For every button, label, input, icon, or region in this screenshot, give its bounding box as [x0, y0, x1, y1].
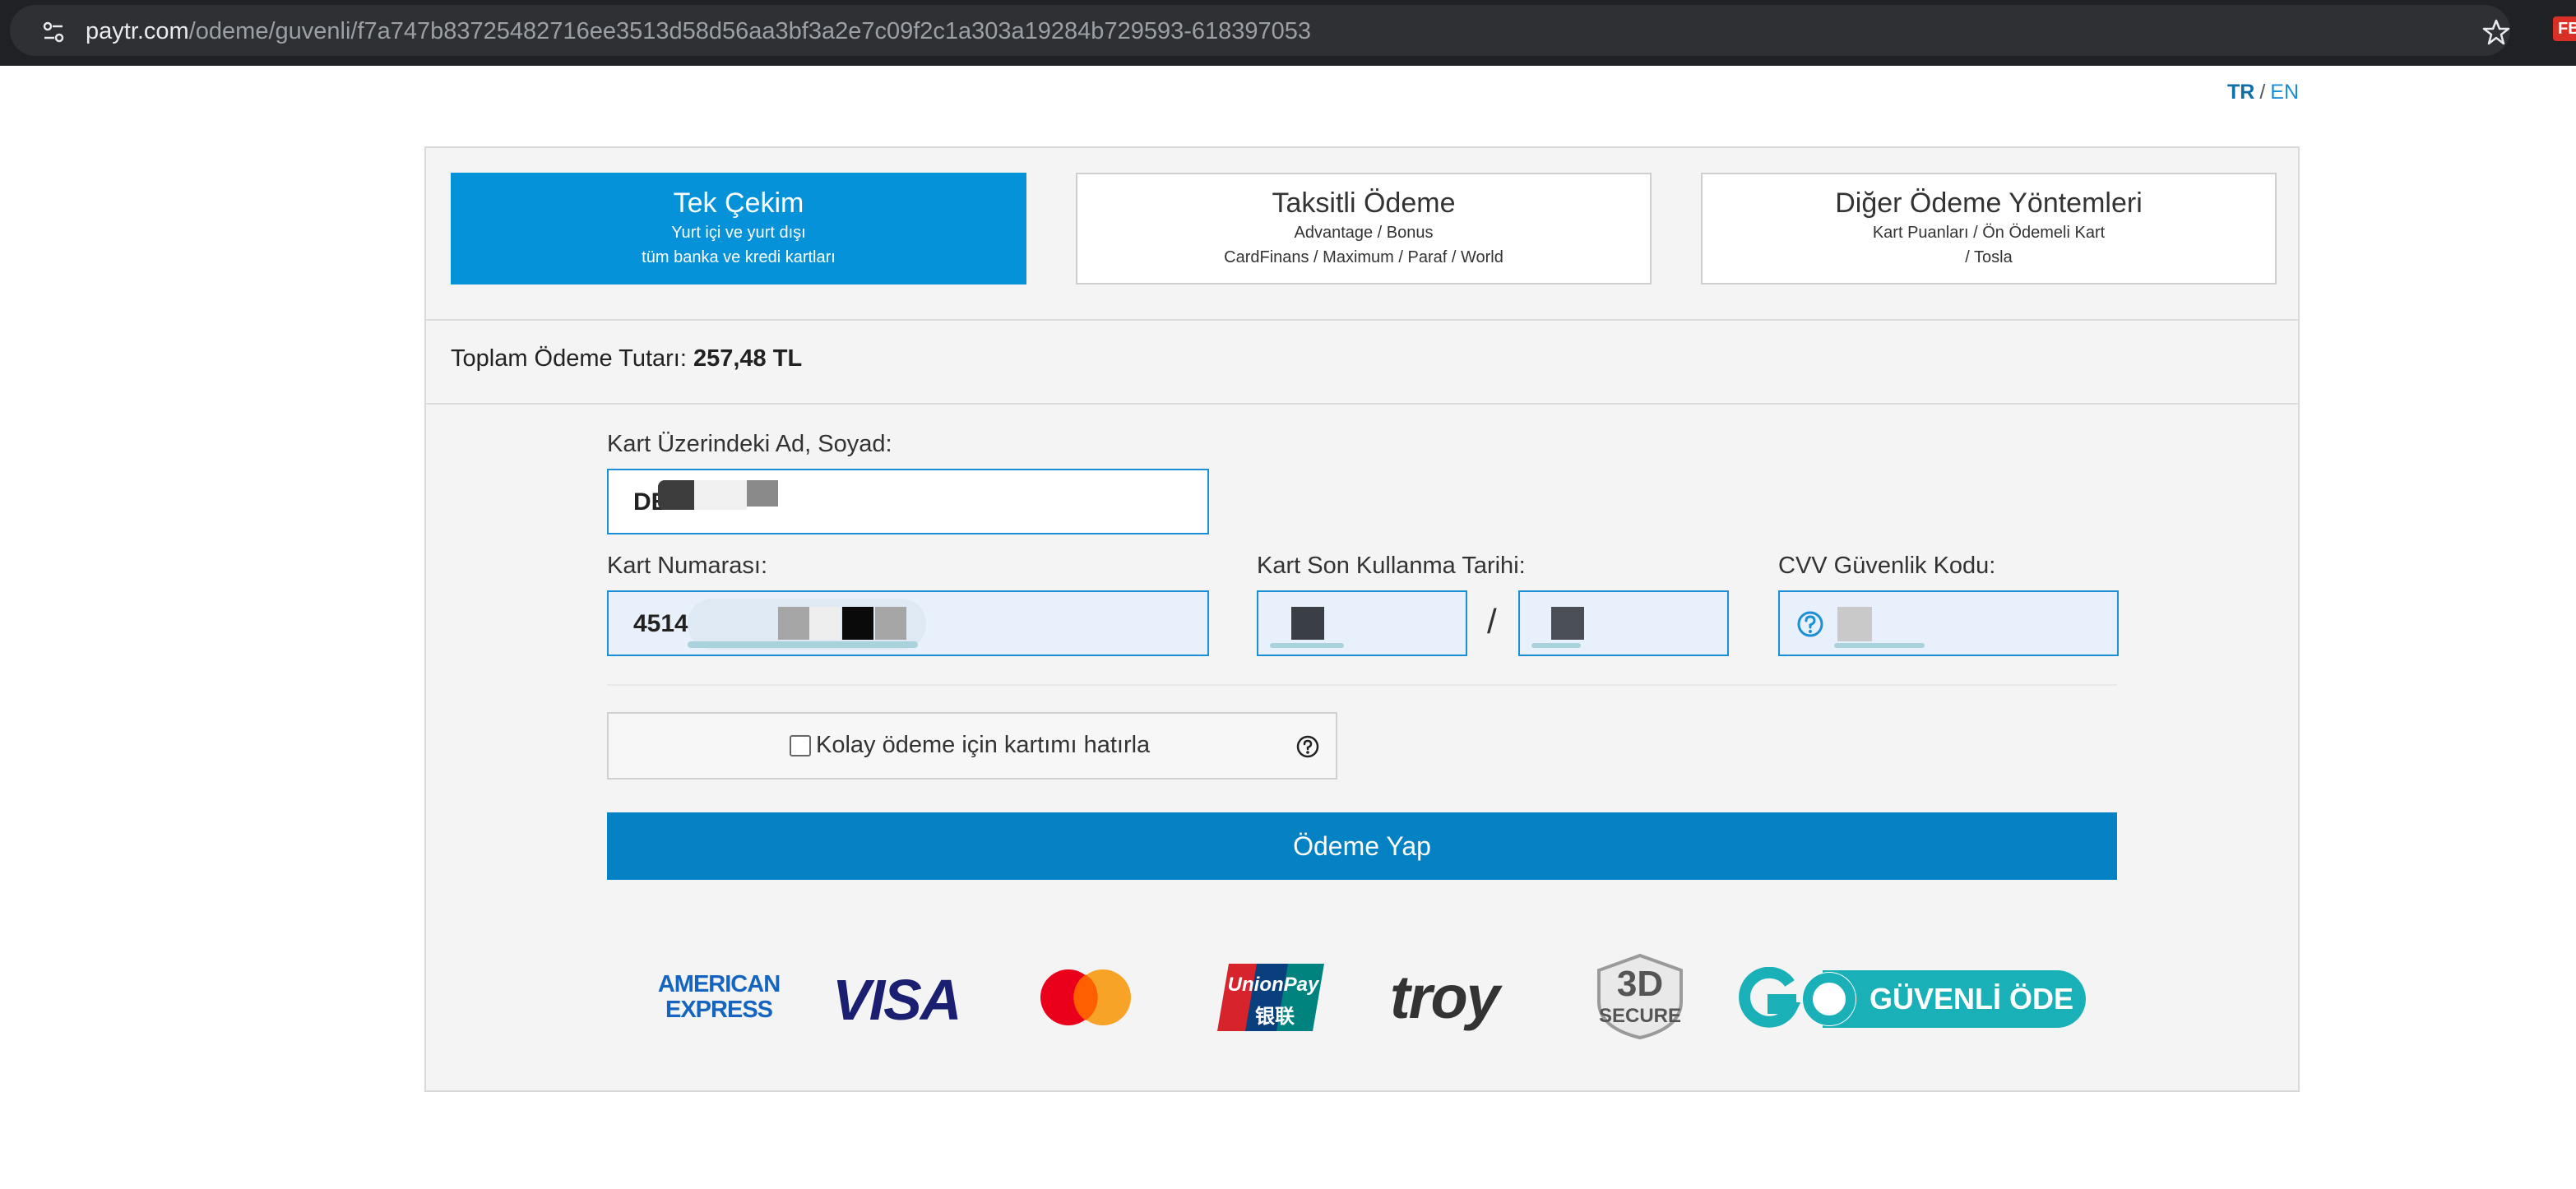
amex-logo: AMERICAN EXPRESS — [637, 972, 801, 1026]
card-number-value: 4514 — [633, 610, 688, 637]
url-path: /odeme/guvenli/f7a747b83725482716ee3513d… — [188, 18, 1312, 44]
tab-single-payment[interactable]: Tek Çekim Yurt içi ve yurt dışı tüm bank… — [451, 173, 1026, 285]
language-switcher: TR / EN — [2227, 81, 2299, 104]
unionpay-cn-text: 银联 — [1255, 1006, 1295, 1028]
url-text[interactable]: paytr.com/odeme/guvenli/f7a747b837254827… — [86, 19, 1311, 44]
card-number-label: Kart Numarası: — [607, 553, 767, 579]
unionpay-text: UnionPay — [1227, 974, 1319, 996]
divider — [426, 319, 2298, 321]
unionpay-logo: UnionPay 银联 — [1217, 962, 1329, 1033]
redaction-mask — [747, 480, 778, 507]
redaction-mask — [842, 607, 873, 640]
redaction-mask — [1551, 607, 1584, 640]
amex-line2: EXPRESS — [665, 997, 773, 1023]
tab-subtitle: Advantage / Bonus — [1294, 224, 1434, 242]
card-number-input[interactable]: 4514 — [607, 590, 1209, 656]
tab-title: Diğer Ödeme Yöntemleri — [1835, 187, 2143, 219]
pay-button[interactable]: Ödeme Yap — [607, 812, 2117, 880]
tab-title: Tek Çekim — [673, 187, 804, 219]
visa-logo: VISA — [832, 968, 961, 1032]
question-circle-icon[interactable] — [1296, 735, 1319, 758]
redaction-mask — [1531, 643, 1581, 648]
remember-card-label[interactable]: Kolay ödeme için kartımı hatırla — [816, 732, 1150, 759]
go-secure-logo: GÜVENLİ ÖDE — [1737, 967, 2086, 1031]
redaction-mask — [875, 607, 906, 640]
expiry-label: Kart Son Kullanma Tarihi: — [1257, 553, 1526, 579]
cvv-label: CVV Güvenlik Kodu: — [1778, 553, 1996, 579]
name-label: Kart Üzerindeki Ad, Soyad: — [607, 431, 892, 457]
tab-subtitle: tüm banka ve kredi kartları — [642, 248, 836, 266]
payment-panel: Tek Çekim Yurt içi ve yurt dışı tüm bank… — [424, 146, 2300, 1092]
amex-line1: AMERICAN — [657, 971, 781, 997]
url-host: paytr.com — [86, 18, 189, 44]
redaction-mask — [688, 641, 918, 648]
3d-text: 3D — [1616, 964, 1664, 1004]
browser-toolbar: paytr.com/odeme/guvenli/f7a747b837254827… — [0, 0, 2576, 66]
tab-installment-payment[interactable]: Taksitli Ödeme Advantage / Bonus CardFin… — [1076, 173, 1652, 285]
lang-tr-link[interactable]: TR — [2227, 81, 2254, 104]
tab-subtitle: Yurt içi ve yurt dışı — [671, 224, 806, 242]
tab-subtitle: CardFinans / Maximum / Paraf / World — [1224, 248, 1503, 266]
extension-icon[interactable]: FB — [2553, 16, 2576, 41]
question-circle-icon[interactable] — [1796, 610, 1824, 638]
name-input[interactable]: DE — [607, 469, 1209, 534]
redaction-mask — [809, 607, 841, 640]
3d-secure-logo: 3D SECURE — [1589, 952, 1691, 1041]
expiry-separator: / — [1487, 602, 1497, 641]
star-icon[interactable] — [2482, 18, 2510, 46]
secure-text: SECURE — [1598, 1005, 1682, 1027]
tab-subtitle: Kart Puanları / Ön Ödemeli Kart — [1872, 224, 2106, 242]
divider — [607, 684, 2117, 686]
redaction-mask — [1291, 607, 1324, 640]
expiry-year-input[interactable] — [1518, 590, 1729, 656]
redaction-mask — [694, 480, 747, 510]
remember-card-checkbox[interactable] — [790, 735, 811, 756]
tune-icon[interactable] — [41, 20, 66, 44]
redaction-mask — [1834, 643, 1925, 648]
mastercard-logo — [1040, 969, 1131, 1025]
tab-subtitle: / Tosla — [1965, 248, 2013, 266]
total-amount-row: Toplam Ödeme Tutarı: 257,48 TL — [451, 345, 802, 372]
tab-title: Taksitli Ödeme — [1272, 187, 1456, 219]
tab-other-methods[interactable]: Diğer Ödeme Yöntemleri Kart Puanları / Ö… — [1701, 173, 2277, 285]
total-amount: 257,48 TL — [693, 345, 803, 372]
go-mark — [1739, 967, 1856, 1028]
address-bar[interactable]: paytr.com/odeme/guvenli/f7a747b837254827… — [10, 5, 2510, 56]
troy-logo: troy — [1390, 963, 1500, 1031]
divider — [426, 403, 2298, 405]
remember-card-box: Kolay ödeme için kartımı hatırla — [607, 712, 1337, 780]
redaction-mask — [658, 480, 694, 510]
go-text: GÜVENLİ ÖDE — [1869, 982, 2074, 1016]
redaction-mask — [1270, 643, 1344, 648]
redaction-mask — [1837, 607, 1872, 641]
redaction-mask — [778, 607, 809, 640]
expiry-month-input[interactable] — [1257, 590, 1467, 656]
cvv-input[interactable] — [1778, 590, 2119, 656]
lang-en-link[interactable]: EN — [2270, 81, 2299, 104]
total-label: Toplam Ödeme Tutarı: — [451, 345, 687, 372]
lang-separator: / — [2259, 81, 2266, 104]
